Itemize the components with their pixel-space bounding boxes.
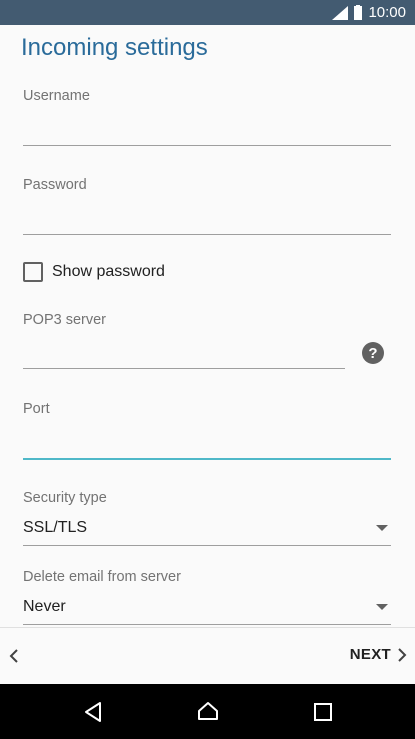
- next-button[interactable]: NEXT: [350, 646, 407, 663]
- pop3-server-input[interactable]: [23, 338, 345, 368]
- delete-email-select[interactable]: [23, 593, 391, 623]
- pop3-server-underline: [23, 368, 345, 369]
- recents-icon[interactable]: [311, 700, 335, 724]
- security-type-value: SSL/TLS: [23, 519, 88, 536]
- next-label: NEXT: [349, 646, 391, 663]
- back-chevron-icon[interactable]: [8, 648, 20, 664]
- delete-email-value: Never: [23, 598, 66, 615]
- page-title: Incoming settings: [21, 34, 208, 61]
- back-icon[interactable]: [81, 700, 105, 724]
- delete-email-label: Delete email from server: [23, 569, 181, 585]
- show-password-label: Show password: [52, 263, 165, 280]
- status-bar: 10:00: [0, 0, 415, 25]
- bottom-action-bar: NEXT: [0, 627, 415, 684]
- delete-email-dropdown-icon: [376, 604, 388, 610]
- username-underline: [23, 145, 391, 146]
- show-password-checkbox[interactable]: Show password: [23, 262, 165, 282]
- delete-email-underline: [23, 624, 391, 625]
- port-underline: [23, 458, 391, 460]
- security-type-dropdown-icon: [376, 525, 388, 531]
- port-label: Port: [23, 401, 50, 417]
- next-chevron-icon: [398, 647, 407, 662]
- battery-icon: [354, 5, 363, 20]
- checkbox-icon[interactable]: [23, 262, 43, 282]
- password-underline: [23, 234, 391, 235]
- system-nav-bar: [0, 684, 415, 739]
- pop3-server-label: POP3 server: [23, 312, 106, 328]
- username-input[interactable]: [23, 114, 391, 144]
- home-icon[interactable]: [196, 700, 220, 724]
- help-icon[interactable]: ?: [362, 342, 384, 364]
- signal-icon: [332, 5, 349, 20]
- password-input[interactable]: [23, 203, 391, 233]
- status-time: 10:00: [368, 4, 406, 21]
- security-type-underline: [23, 545, 391, 546]
- security-type-label: Security type: [23, 490, 107, 506]
- port-input[interactable]: [23, 427, 391, 457]
- password-label: Password: [23, 177, 87, 193]
- username-label: Username: [23, 88, 90, 104]
